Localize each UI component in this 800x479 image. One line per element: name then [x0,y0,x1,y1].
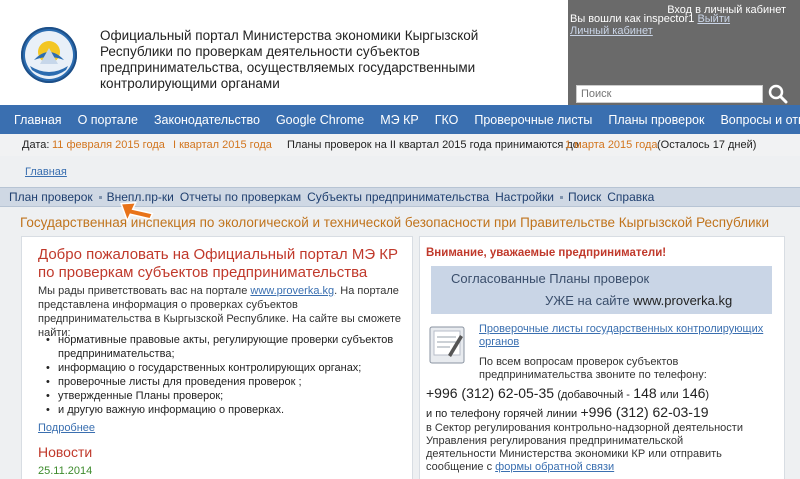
plans-deadline-text: Планы проверок на II квартал 2015 года п… [287,139,582,151]
dropdown-dot-icon [98,195,102,199]
date-label: Дата: [22,139,50,151]
nav-legislation[interactable]: Законодательство [154,113,260,127]
subnav-settings[interactable]: Настройки [495,190,554,204]
subnav-inspection-reports[interactable]: Отчеты по проверкам [180,190,301,204]
current-date: 11 февраля 2015 года [52,139,165,151]
questions-text: По всем вопросам проверок субъектов пред… [479,356,707,381]
breadcrumb-home[interactable]: Главная [25,166,67,178]
announcements-panel: Внимание, уважаемые предприниматели! Сог… [419,236,785,479]
logged-in-text: Вы вошли как inspector1 [570,13,695,25]
feedback-form-link[interactable]: формы обратной связи [495,461,614,473]
attention-heading: Внимание, уважаемые предприниматели! [426,247,667,259]
phone-ext-close: ) [705,389,710,401]
main-nav: Главная О портале Законодательство Googl… [0,105,800,134]
welcome-title: Добро пожаловать на Официальный портал М… [38,246,399,281]
plans-banner[interactable]: Согласованные Планы проверок УЖЕ на сайт… [431,266,772,314]
nav-home[interactable]: Главная [14,113,62,127]
banner-prefix: УЖЕ на сайте [545,293,634,308]
sector-text: в Сектор регулирования контрольно-надзор… [426,422,756,474]
days-remaining: (Осталось 17 дней) [657,139,757,151]
news-heading: Новости [38,444,93,460]
list-item: нормативные правовые акты, регулирующие … [46,333,402,361]
banner-line-1: Согласованные Планы проверок [451,271,650,286]
dropdown-dot-icon [559,195,563,199]
proverka-site-link[interactable]: www.proverka.kg [250,285,334,297]
phone-ext-prefix: (добавочный - [557,389,630,401]
logged-in-status: Вы вошли как inspector1 Выйти [570,13,730,25]
list-item: и другую важную информацию о проверках. [46,403,402,417]
nav-google-chrome[interactable]: Google Chrome [276,113,364,127]
list-item: информацию о государственных контролирую… [46,361,402,375]
site-header: Официальный портал Министерства экономик… [0,0,800,105]
nav-me-kr[interactable]: МЭ КР [380,113,419,127]
banner-line-2: УЖЕ на сайте www.proverka.kg [545,293,732,308]
list-item: проверочные листы для проведения проверо… [46,375,402,389]
banner-site: www.proverka.kg [633,293,733,308]
date-bar: Дата: 11 февраля 2015 года I квартал 201… [0,134,800,156]
nav-about[interactable]: О портале [78,113,138,127]
plans-deadline-date: 1 марта 2015 года [565,139,658,151]
welcome-panel: Добро пожаловать на Официальный портал М… [21,236,413,479]
checklists-link[interactable]: Проверочные листы государственных контро… [479,323,769,349]
nav-checklists[interactable]: Проверочные листы [474,113,592,127]
features-list: нормативные правовые акты, регулирующие … [46,333,402,417]
document-checklist-icon [429,326,465,364]
subnav-help[interactable]: Справка [607,190,654,204]
portal-title: Официальный портал Министерства экономик… [100,28,479,91]
search-icon[interactable] [767,84,789,104]
news-date: 25.11.2014 [38,465,93,477]
current-quarter: I квартал 2015 года [173,139,272,151]
nav-faq[interactable]: Вопросы и ответы [720,113,800,127]
subnav-inspection-plan[interactable]: План проверок [9,190,93,204]
phone-ext-or: или [659,389,679,401]
phone-ext-2: 146 [682,385,706,401]
subnav-business-entities[interactable]: Субъекты предпринимательства [307,190,489,204]
phone-line: +996 (312) 62-05-35 (добавочный - 148 ил… [426,385,709,401]
intro-text-before: Мы рады приветствовать вас на портале [38,285,251,297]
nav-gko[interactable]: ГКО [435,113,459,127]
pointer-arrow-icon [120,201,154,223]
logout-link[interactable]: Выйти [697,13,730,25]
nav-inspection-plans[interactable]: Планы проверок [608,113,704,127]
kyrgyz-emblem-logo [21,27,77,83]
hotline-prefix: и по телефону горячей линии [426,408,578,420]
list-item: утвержденные Планы проверок; [46,389,402,403]
welcome-text: Мы рады приветствовать вас на портале ww… [38,284,408,340]
hotline-number: +996 (312) 62-03-19 [580,404,709,420]
phone-main: +996 (312) 62-05-35 [426,385,555,401]
more-link[interactable]: Подробнее [38,422,95,434]
search-input[interactable] [576,85,763,103]
hotline-line: и по телефону горячей линии +996 (312) 6… [426,404,709,420]
subnav-search[interactable]: Поиск [568,190,601,204]
phone-ext-1: 148 [633,385,657,401]
personal-cabinet-link[interactable]: Личный кабинет [570,25,653,37]
